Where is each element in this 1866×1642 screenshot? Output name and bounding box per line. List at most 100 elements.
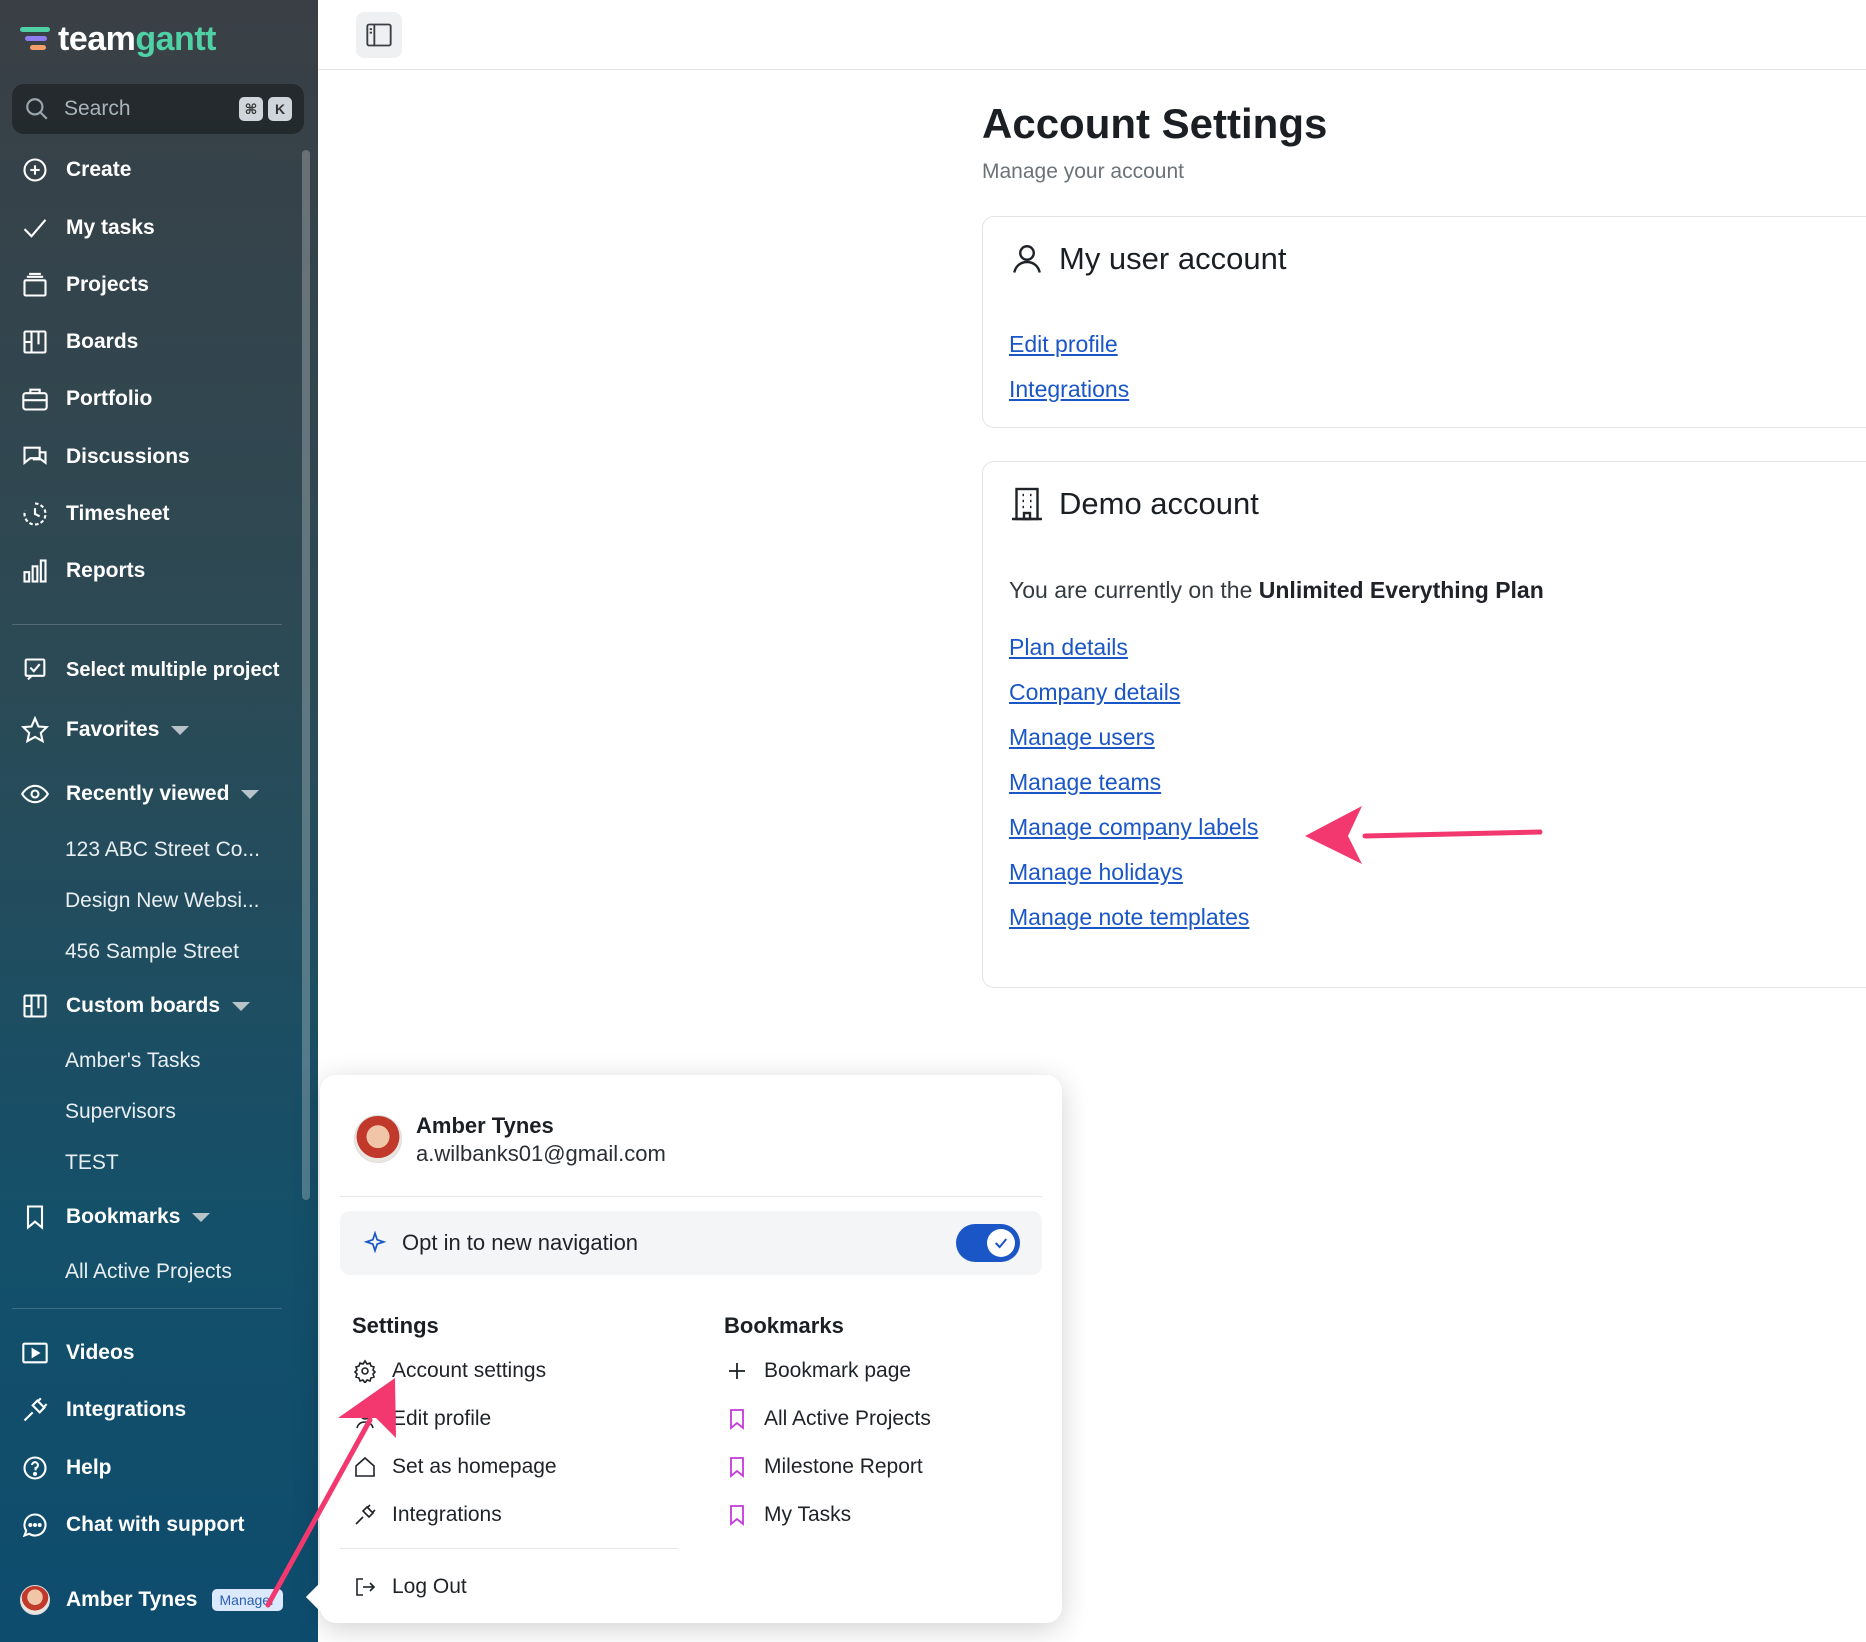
logo-mark-icon bbox=[20, 23, 52, 55]
menu-bookmark-page[interactable]: Bookmark page bbox=[724, 1355, 911, 1387]
sidebar-divider bbox=[12, 1308, 282, 1309]
optin-navigation-row[interactable]: Opt in to new navigation bbox=[340, 1211, 1042, 1275]
home-icon bbox=[352, 1454, 378, 1480]
top-bar bbox=[318, 0, 1866, 70]
video-icon bbox=[20, 1338, 50, 1368]
popup-user-email: a.wilbanks01@gmail.com bbox=[416, 1141, 666, 1166]
bookmark-item[interactable]: All Active Projects bbox=[65, 1255, 232, 1289]
sidebar-scrollbar[interactable] bbox=[302, 150, 310, 1200]
logout-icon bbox=[352, 1574, 378, 1600]
sidebar-item-boards[interactable]: Boards bbox=[20, 322, 138, 362]
menu-integrations[interactable]: Integrations bbox=[352, 1499, 502, 1531]
manage-users-link[interactable]: Manage users bbox=[1009, 724, 1155, 751]
card-title: Demo account bbox=[1059, 486, 1259, 521]
menu-edit-profile[interactable]: Edit profile bbox=[352, 1403, 491, 1435]
bookmark-icon bbox=[20, 1202, 50, 1232]
menu-label: Integrations bbox=[392, 1503, 502, 1526]
search-icon bbox=[26, 98, 48, 120]
toggle-sidebar-button[interactable] bbox=[356, 12, 402, 58]
sidebar-item-reports[interactable]: Reports bbox=[20, 551, 145, 591]
manage-company-labels-link[interactable]: Manage company labels bbox=[1009, 814, 1258, 841]
bookmark-icon bbox=[724, 1502, 750, 1528]
sidebar-item-projects[interactable]: Projects bbox=[20, 265, 149, 305]
sidebar-item-label: Discussions bbox=[66, 445, 190, 468]
board-icon bbox=[20, 327, 50, 357]
menu-log-out[interactable]: Log Out bbox=[352, 1571, 467, 1603]
menu-bookmark-my-tasks[interactable]: My Tasks bbox=[724, 1499, 851, 1531]
recent-item[interactable]: 456 Sample Street bbox=[65, 935, 239, 969]
sidebar-item-label: Videos bbox=[66, 1341, 135, 1364]
custom-board-item[interactable]: TEST bbox=[65, 1146, 119, 1180]
edit-profile-link[interactable]: Edit profile bbox=[1009, 331, 1118, 358]
integrations-link[interactable]: Integrations bbox=[1009, 376, 1129, 403]
menu-label: Milestone Report bbox=[764, 1455, 923, 1478]
chevron-down-icon[interactable] bbox=[192, 1212, 211, 1222]
sidebar-item-label: Chat with support bbox=[66, 1513, 245, 1536]
user-icon bbox=[1013, 245, 1041, 273]
plug-icon bbox=[352, 1502, 378, 1528]
menu-account-settings[interactable]: Account settings bbox=[352, 1355, 546, 1387]
sidebar-item-label: Create bbox=[66, 158, 132, 181]
chevron-down-icon[interactable] bbox=[171, 725, 190, 735]
sparkle-icon bbox=[363, 1230, 387, 1254]
menu-label: My Tasks bbox=[764, 1503, 852, 1526]
menu-label: Log Out bbox=[392, 1575, 467, 1598]
menu-bookmark-milestone-report[interactable]: Milestone Report bbox=[724, 1451, 923, 1483]
sidebar-user-name: Amber Tynes bbox=[66, 1588, 198, 1611]
sidebar-item-label: Boards bbox=[66, 330, 139, 353]
star-icon bbox=[20, 715, 50, 745]
teamgantt-logo[interactable]: teamgantt bbox=[20, 16, 216, 62]
user-menu-popup: Amber Tynes a.wilbanks01@gmail.com Opt i… bbox=[305, 1075, 1062, 1623]
sidebar-item-label: Reports bbox=[66, 559, 146, 582]
sidebar-item-label: Portfolio bbox=[66, 387, 153, 410]
sidebar-item-favorites[interactable]: Favorites bbox=[20, 710, 190, 750]
sidebar-toggle-icon bbox=[366, 23, 392, 47]
search-bar[interactable]: Search ⌘ K bbox=[12, 84, 304, 134]
sidebar-item-create[interactable]: Create bbox=[20, 150, 131, 190]
sidebar-item-help[interactable]: Help bbox=[20, 1448, 112, 1488]
sidebar-item-portfolio[interactable]: Portfolio bbox=[20, 379, 152, 419]
recent-item[interactable]: 123 ABC Street Co... bbox=[65, 833, 260, 867]
optin-toggle[interactable] bbox=[956, 1224, 1020, 1262]
sidebar-item-label: Integrations bbox=[66, 1398, 187, 1421]
sidebar-item-timesheet[interactable]: Timesheet bbox=[20, 494, 170, 534]
chat-bubbles-icon bbox=[20, 442, 50, 472]
menu-set-homepage[interactable]: Set as homepage bbox=[352, 1451, 557, 1483]
plan-details-link[interactable]: Plan details bbox=[1009, 634, 1128, 661]
sidebar-item-label: My tasks bbox=[66, 216, 155, 239]
sidebar-item-bookmarks[interactable]: Bookmarks bbox=[20, 1197, 211, 1237]
select-icon bbox=[20, 655, 50, 685]
manage-holidays-link[interactable]: Manage holidays bbox=[1009, 859, 1183, 886]
sidebar-item-discussions[interactable]: Discussions bbox=[20, 437, 190, 477]
sidebar-item-custom-boards[interactable]: Custom boards bbox=[20, 986, 251, 1026]
sidebar-item-videos[interactable]: Videos bbox=[20, 1333, 134, 1373]
eye-icon bbox=[20, 779, 50, 809]
card-title: My user account bbox=[1059, 241, 1287, 276]
manage-note-templates-link[interactable]: Manage note templates bbox=[1009, 904, 1249, 931]
menu-label: Bookmark page bbox=[764, 1359, 912, 1382]
plan-text: You are currently on the Unlimited Every… bbox=[1009, 577, 1544, 604]
sidebar-item-recently-viewed[interactable]: Recently viewed bbox=[20, 774, 260, 814]
recent-item[interactable]: Design New Websi... bbox=[65, 884, 260, 918]
custom-board-item[interactable]: Supervisors bbox=[65, 1095, 176, 1129]
check-icon bbox=[20, 213, 50, 243]
sidebar-item-chat-support[interactable]: Chat with support bbox=[20, 1505, 244, 1545]
logo-text-team: team bbox=[58, 19, 136, 58]
manage-teams-link[interactable]: Manage teams bbox=[1009, 769, 1161, 796]
plan-name: Unlimited Everything Plan bbox=[1258, 577, 1544, 603]
menu-label: All Active Projects bbox=[764, 1407, 931, 1430]
chevron-down-icon[interactable] bbox=[232, 1001, 251, 1011]
sidebar-item-select-multiple[interactable]: Select multiple project bbox=[20, 650, 279, 690]
check-icon bbox=[994, 1238, 1008, 1249]
toggle-knob bbox=[987, 1229, 1015, 1257]
company-details-link[interactable]: Company details bbox=[1009, 679, 1180, 706]
sidebar-user-menu[interactable]: Amber Tynes Manager bbox=[20, 1580, 283, 1620]
avatar bbox=[354, 1115, 402, 1163]
custom-board-item[interactable]: Amber's Tasks bbox=[65, 1044, 201, 1078]
building-icon bbox=[1012, 487, 1042, 521]
briefcase-icon bbox=[20, 384, 50, 414]
sidebar-item-my-tasks[interactable]: My tasks bbox=[20, 208, 155, 248]
chevron-down-icon[interactable] bbox=[241, 789, 260, 799]
menu-bookmark-all-active-projects[interactable]: All Active Projects bbox=[724, 1403, 931, 1435]
sidebar-item-integrations[interactable]: Integrations bbox=[20, 1390, 186, 1430]
